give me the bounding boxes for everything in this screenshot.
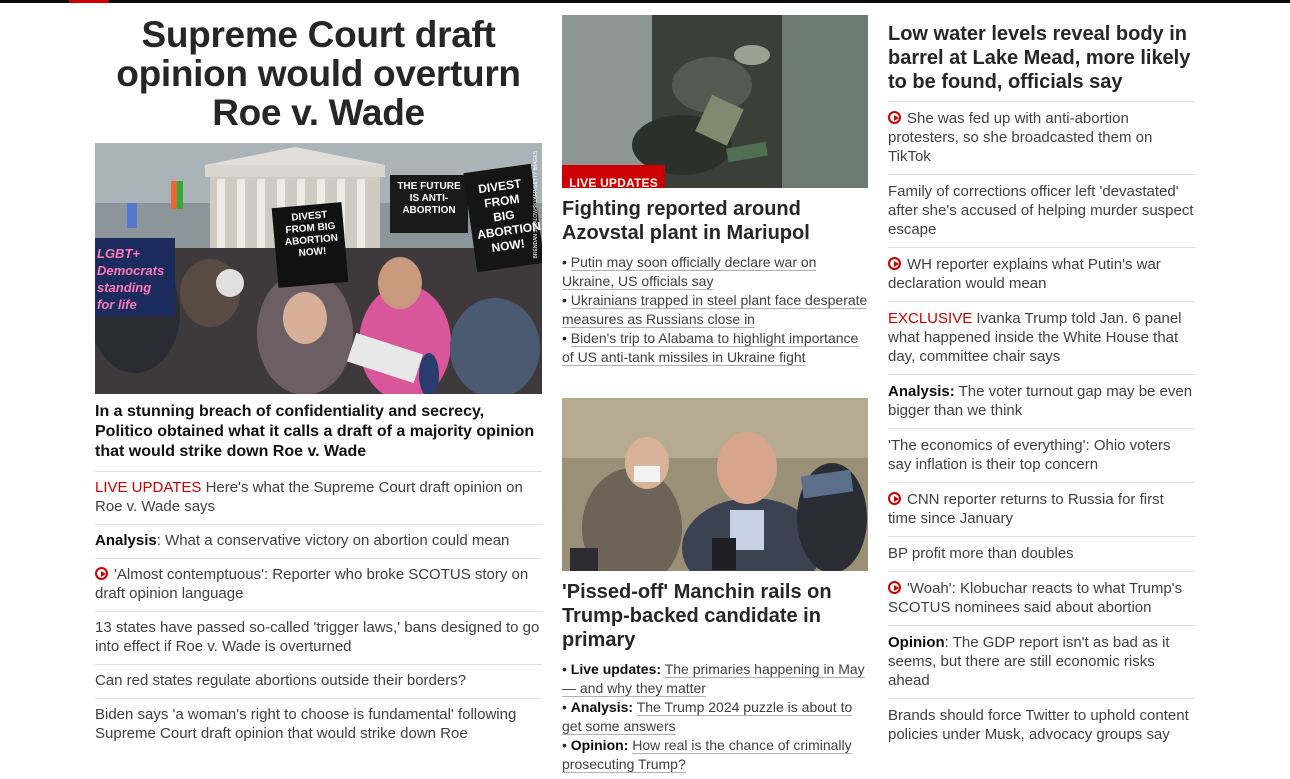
list-item[interactable]: 13 states have passed so-called 'trigger… bbox=[95, 612, 542, 665]
play-icon bbox=[888, 581, 901, 594]
list-item: • Biden's trip to Alabama to highlight i… bbox=[562, 330, 859, 366]
lead-caption[interactable]: In a stunning breach of confidentiality … bbox=[95, 402, 542, 472]
list-item[interactable]: 'Woah': Klobuchar reacts to what Trump's… bbox=[888, 572, 1195, 626]
bullet-link[interactable]: Putin may soon officially declare war on… bbox=[562, 254, 817, 290]
lead-related-list: LIVE UPDATES Here's what the Supreme Cou… bbox=[95, 472, 542, 751]
sign-divest-2: DIVEST FROM BIG ABORTION NOW! bbox=[476, 176, 542, 255]
right-column: Low water levels reveal body in barrel a… bbox=[888, 22, 1195, 752]
list-item[interactable]: WH reporter explains what Putin's war de… bbox=[888, 248, 1195, 302]
list-item[interactable]: Opinion: The GDP report isn't as bad as … bbox=[888, 626, 1195, 699]
middle-column: LIVE UPDATES Fighting reported around Az… bbox=[562, 15, 868, 774]
list-item[interactable]: BP profit more than doubles bbox=[888, 537, 1195, 572]
list-item: • Live updates: The primaries happening … bbox=[562, 661, 865, 697]
top-nav-accent bbox=[69, 0, 109, 3]
list-item[interactable]: EXCLUSIVE Ivanka Trump told Jan. 6 panel… bbox=[888, 302, 1195, 375]
list-item[interactable]: Analysis: The voter turnout gap may be e… bbox=[888, 375, 1195, 429]
top-nav-bar bbox=[0, 0, 1290, 3]
list-item: • Ukrainians trapped in steel plant face… bbox=[562, 292, 868, 328]
manchin-headline[interactable]: 'Pissed-off' Manchin rails on Trump-back… bbox=[562, 580, 868, 652]
list-item[interactable]: Family of corrections officer left 'deva… bbox=[888, 175, 1195, 248]
lead-story-column: Supreme Court draft opinion would overtu… bbox=[95, 14, 542, 751]
mariupol-headline[interactable]: Fighting reported around Azovstal plant … bbox=[562, 197, 868, 245]
lake-mead-headline[interactable]: Low water levels reveal body in barrel a… bbox=[888, 22, 1195, 102]
sign-divest-1: DIVEST FROM BIG ABORTION NOW! bbox=[284, 209, 339, 260]
lead-image-protest[interactable]: DIVEST FROM BIG ABORTION NOW! THE FUTURE… bbox=[95, 143, 542, 394]
play-icon bbox=[95, 567, 108, 580]
list-item[interactable]: 'Almost contemptuous': Reporter who brok… bbox=[95, 559, 542, 612]
banner-lgbt: LGBT+ Democrats standing for life bbox=[97, 246, 165, 312]
live-updates-badge[interactable]: LIVE UPDATES bbox=[562, 165, 665, 188]
list-item[interactable]: Brands should force Twitter to uphold co… bbox=[888, 699, 1195, 752]
manchin-bullets: • Live updates: The primaries happening … bbox=[562, 660, 868, 774]
list-item[interactable]: CNN reporter returns to Russia for first… bbox=[888, 483, 1195, 537]
sign-future: THE FUTURE IS ANTI-ABORTION bbox=[397, 181, 461, 216]
photo-credit: BRENDAN SMIALOWSKI/AFP/GETTY IMAGES bbox=[533, 151, 539, 259]
play-icon bbox=[888, 111, 901, 124]
play-icon bbox=[888, 492, 901, 505]
list-item[interactable]: Biden says 'a woman's right to choose is… bbox=[95, 699, 542, 751]
lead-headline[interactable]: Supreme Court draft opinion would overtu… bbox=[95, 14, 542, 136]
list-item[interactable]: She was fed up with anti-abortion protes… bbox=[888, 102, 1195, 175]
play-icon bbox=[888, 257, 901, 270]
mariupol-bullets: • Putin may soon officially declare war … bbox=[562, 253, 868, 367]
list-item[interactable]: Can red states regulate abortions outsid… bbox=[95, 665, 542, 699]
bullet-link[interactable]: Biden's trip to Alabama to highlight imp… bbox=[562, 330, 859, 366]
mariupol-image[interactable]: LIVE UPDATES bbox=[562, 15, 868, 188]
list-item[interactable]: Analysis: What a conservative victory on… bbox=[95, 525, 542, 559]
list-item: • Analysis: The Trump 2024 puzzle is abo… bbox=[562, 699, 853, 735]
list-item: • Opinion: How real is the chance of cri… bbox=[562, 737, 852, 773]
list-item[interactable]: 'The economics of everything': Ohio vote… bbox=[888, 429, 1195, 483]
list-item[interactable]: LIVE UPDATES Here's what the Supreme Cou… bbox=[95, 472, 542, 525]
manchin-image[interactable] bbox=[562, 398, 868, 571]
bullet-link[interactable]: Ukrainians trapped in steel plant face d… bbox=[562, 292, 868, 328]
list-item: • Putin may soon officially declare war … bbox=[562, 254, 817, 290]
